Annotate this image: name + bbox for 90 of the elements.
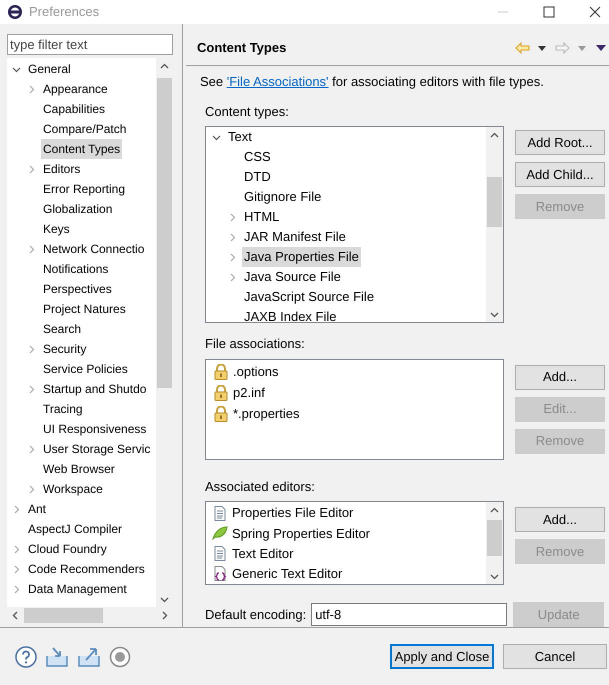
add-button[interactable]: Add...	[515, 507, 605, 532]
tree-item[interactable]: UI Responsiveness	[41, 419, 148, 439]
dropdown-icon[interactable]	[538, 46, 546, 50]
tree-item[interactable]: HTML	[242, 207, 282, 227]
tree-item[interactable]: Capabilities	[41, 99, 108, 119]
scroll-down-icon[interactable]	[490, 572, 499, 581]
tree-item[interactable]: Gitignore File	[242, 187, 324, 207]
tree-item[interactable]: Notifications	[41, 259, 110, 279]
section-label: Associated editors:	[205, 478, 316, 496]
page-title: Content Types	[197, 39, 286, 58]
tree-item[interactable]: Service Policies	[41, 359, 130, 379]
tree-item[interactable]: Startup and Shutdo	[41, 379, 148, 399]
tree-item[interactable]: Content Types	[41, 139, 122, 159]
tree-item[interactable]: Cloud Foundry	[26, 539, 109, 559]
tree-item[interactable]: Java Source File	[242, 267, 343, 287]
scroll-thumb[interactable]	[24, 608, 103, 623]
import-icon[interactable]	[45, 646, 69, 668]
apply-and-close-button[interactable]: Apply and Close	[390, 644, 494, 669]
window-title: Preferences	[29, 3, 100, 22]
section-label: Content types:	[205, 102, 290, 121]
tree-item[interactable]: Code Recommenders	[26, 559, 147, 579]
menu-icon[interactable]	[596, 45, 606, 51]
list-item[interactable]: Generic Text Editor	[232, 564, 342, 584]
tree-item[interactable]: DTD	[242, 167, 273, 187]
tree-item[interactable]: Keys	[41, 219, 72, 239]
tree-item[interactable]: JAR Manifest File	[242, 227, 348, 247]
tree-item[interactable]: AspectJ Compiler	[26, 519, 124, 539]
scroll-up-icon[interactable]	[160, 62, 169, 71]
list-item[interactable]: Text Editor	[232, 544, 294, 564]
close-icon[interactable]	[589, 6, 601, 18]
scroll-left-icon[interactable]	[11, 611, 20, 620]
tree-item[interactable]: Search	[41, 319, 84, 339]
scroll-thumb[interactable]	[487, 520, 502, 556]
list-item[interactable]: p2.inf	[233, 383, 265, 403]
tree-item[interactable]: JavaScript Source File	[242, 287, 376, 307]
vertical-scrollbar[interactable]	[486, 502, 503, 584]
tree-item[interactable]: JAXB Index File	[242, 307, 338, 322]
scroll-up-icon[interactable]	[490, 131, 499, 140]
intro-text: See 'File Associations' for associating editors with file types.	[200, 73, 545, 91]
tree-item[interactable]: Globalization	[41, 199, 114, 219]
tree-item[interactable]: Appearance	[41, 79, 110, 99]
help-icon[interactable]	[15, 646, 37, 668]
tree-item[interactable]: Web Browser	[41, 459, 117, 479]
add-button[interactable]: Add Root...	[515, 130, 605, 155]
tree-item[interactable]: Security	[41, 339, 88, 359]
file-associations-link[interactable]: 'File Associations'	[226, 74, 329, 89]
vertical-scrollbar[interactable]	[486, 127, 503, 322]
braces-document-icon	[212, 566, 228, 582]
record-icon[interactable]	[109, 646, 131, 668]
vertical-scrollbar[interactable]	[156, 58, 173, 607]
scroll-down-icon[interactable]	[490, 310, 499, 319]
list-item[interactable]: .options	[233, 362, 279, 382]
tree-item[interactable]: Data Management	[26, 579, 129, 599]
list-item[interactable]: *.properties	[233, 404, 300, 424]
app-logo-icon	[7, 4, 23, 20]
tree-item[interactable]: Network Connectio	[41, 239, 146, 259]
tree-item[interactable]: Tracing	[41, 399, 85, 419]
scroll-thumb[interactable]	[157, 78, 172, 388]
encoding-label: Default encoding:	[205, 606, 306, 624]
tree-item[interactable]: Text	[226, 127, 254, 147]
add-button[interactable]: Add...	[515, 364, 605, 390]
list-item[interactable]: Spring Properties Editor	[232, 524, 370, 544]
filter-field[interactable]: type filter text	[7, 34, 173, 55]
document-icon	[214, 506, 226, 521]
list-item[interactable]: Properties File Editor	[232, 503, 354, 523]
forward-arrow-icon[interactable]	[555, 42, 570, 54]
encoding-field[interactable]: utf-8	[311, 603, 508, 626]
section-label: File associations:	[205, 335, 306, 353]
tree-item[interactable]: Perspectives	[41, 279, 114, 299]
back-arrow-icon[interactable]	[515, 42, 530, 54]
scroll-thumb[interactable]	[487, 177, 502, 227]
tree-item[interactable]: Workspace	[41, 479, 105, 499]
document-icon	[214, 546, 226, 562]
tree-item[interactable]: General	[26, 59, 73, 79]
scroll-up-icon[interactable]	[490, 506, 499, 515]
scroll-down-icon[interactable]	[160, 595, 169, 604]
tree-item[interactable]: Ant	[26, 499, 48, 519]
cancel-button[interactable]: Cancel	[503, 644, 607, 669]
tree-item[interactable]: Error Reporting	[41, 179, 128, 199]
tree-item[interactable]: Compare/Patch	[41, 119, 128, 139]
add-button[interactable]: Add Child...	[515, 162, 605, 187]
tree-item[interactable]: Project Natures	[41, 299, 128, 319]
tree-item[interactable]: Java Properties File	[242, 247, 361, 267]
scroll-right-icon[interactable]	[160, 611, 169, 620]
maximize-icon[interactable]	[543, 6, 555, 18]
export-icon[interactable]	[77, 646, 101, 668]
tree-item[interactable]: CSS	[242, 147, 273, 167]
tree-item[interactable]: Editors	[41, 159, 82, 179]
tree-item[interactable]: User Storage Servic	[41, 439, 152, 459]
leaf-icon	[212, 526, 228, 540]
